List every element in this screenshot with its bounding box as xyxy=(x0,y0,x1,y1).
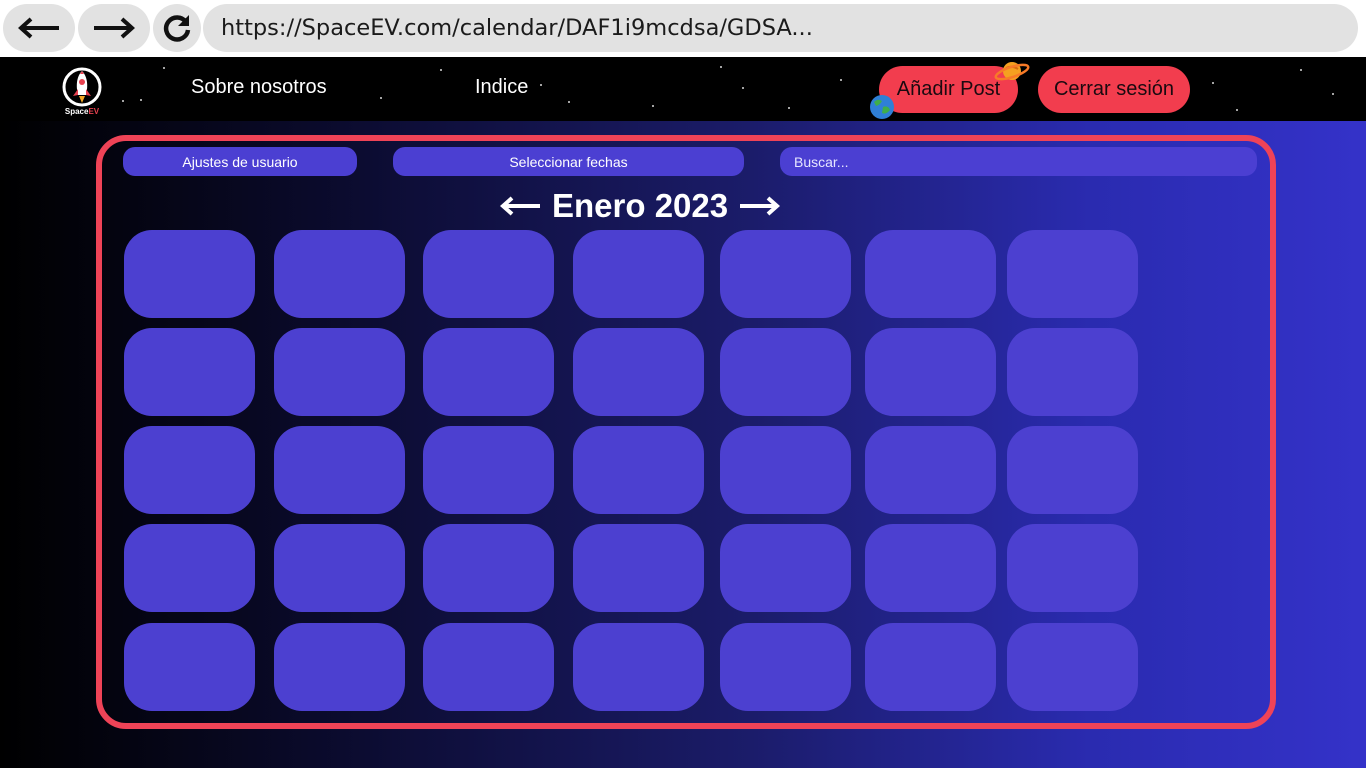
logout-button[interactable]: Cerrar sesión xyxy=(1038,66,1190,113)
month-title: Enero 2023 xyxy=(552,187,729,224)
month-navigation: Enero 2023 xyxy=(500,185,781,227)
calendar-day-cell[interactable] xyxy=(124,230,255,318)
planet-icon xyxy=(994,62,1030,81)
right-arrow-icon xyxy=(740,196,781,216)
star-decoration xyxy=(1332,93,1334,95)
calendar-day-cell[interactable] xyxy=(573,230,704,318)
calendar-day-cell[interactable] xyxy=(720,623,851,711)
star-decoration xyxy=(840,79,842,81)
calendar-day-cell[interactable] xyxy=(1007,524,1138,612)
calendar-day-cell[interactable] xyxy=(1007,426,1138,514)
calendar-day-cell[interactable] xyxy=(423,230,554,318)
forward-button[interactable] xyxy=(78,4,150,52)
rocket-logo-icon xyxy=(62,67,102,107)
calendar-day-cell[interactable] xyxy=(124,623,255,711)
calendar-day-cell[interactable] xyxy=(124,328,255,416)
star-decoration xyxy=(122,100,124,102)
forward-arrow-icon xyxy=(94,17,135,39)
calendar-day-cell[interactable] xyxy=(274,524,405,612)
star-decoration xyxy=(568,101,570,103)
calendar-day-cell[interactable] xyxy=(423,623,554,711)
calendar-day-cell[interactable] xyxy=(124,524,255,612)
user-settings-button[interactable]: Ajustes de usuario xyxy=(123,147,357,176)
star-decoration xyxy=(1212,82,1214,84)
calendar-day-cell[interactable] xyxy=(573,426,704,514)
nav-link-about[interactable]: Sobre nosotros xyxy=(191,76,327,99)
calendar-day-cell[interactable] xyxy=(720,328,851,416)
calendar-day-cell[interactable] xyxy=(865,623,996,711)
logo-wordmark: SpaceEV xyxy=(64,107,100,116)
calendar-day-cell[interactable] xyxy=(865,524,996,612)
star-decoration xyxy=(788,107,790,109)
select-dates-label: Seleccionar fechas xyxy=(509,153,628,170)
calendar-day-cell[interactable] xyxy=(1007,623,1138,711)
star-decoration xyxy=(1236,109,1238,111)
logout-label: Cerrar sesión xyxy=(1053,78,1175,100)
url-text: https://SpaceEV.com/calendar/DAF1i9mcdsa… xyxy=(221,15,813,41)
calendar-day-cell[interactable] xyxy=(573,328,704,416)
reload-button[interactable] xyxy=(153,4,201,52)
user-settings-label: Ajustes de usuario xyxy=(182,153,298,170)
calendar-day-cell[interactable] xyxy=(720,230,851,318)
star-decoration xyxy=(1300,69,1302,71)
star-decoration xyxy=(742,87,744,89)
calendar-day-cell[interactable] xyxy=(573,623,704,711)
calendar-day-cell[interactable] xyxy=(423,328,554,416)
calendar-day-cell[interactable] xyxy=(274,328,405,416)
star-decoration xyxy=(140,99,142,101)
calendar-day-cell[interactable] xyxy=(865,426,996,514)
star-decoration xyxy=(163,67,165,69)
star-decoration xyxy=(720,66,722,68)
add-post-label: Añadir Post xyxy=(896,78,1001,100)
calendar-day-cell[interactable] xyxy=(1007,230,1138,318)
nav-link-index[interactable]: Indice xyxy=(475,76,528,99)
reload-icon xyxy=(163,15,191,42)
calendar-day-cell[interactable] xyxy=(274,230,405,318)
previous-month-button[interactable] xyxy=(500,196,542,216)
site-header: SpaceEV Sobre nosotros Indice Añadir Pos… xyxy=(0,57,1366,121)
page-background: SpaceEV Sobre nosotros Indice Añadir Pos… xyxy=(0,57,1366,768)
calendar-day-cell[interactable] xyxy=(274,426,405,514)
star-decoration xyxy=(652,105,654,107)
site-logo[interactable]: SpaceEV xyxy=(60,65,104,117)
calendar-day-cell[interactable] xyxy=(573,524,704,612)
star-decoration xyxy=(380,97,382,99)
left-arrow-icon xyxy=(500,196,540,216)
search-input[interactable]: Buscar... xyxy=(780,147,1257,176)
browser-toolbar: https://SpaceEV.com/calendar/DAF1i9mcdsa… xyxy=(0,0,1366,57)
calendar-day-cell[interactable] xyxy=(1007,328,1138,416)
calendar-day-cell[interactable] xyxy=(720,524,851,612)
calendar-day-cell[interactable] xyxy=(124,426,255,514)
calendar-day-cell[interactable] xyxy=(720,426,851,514)
next-month-button[interactable] xyxy=(738,196,781,216)
calendar-day-cell[interactable] xyxy=(423,426,554,514)
calendar-day-cell[interactable] xyxy=(274,623,405,711)
back-arrow-icon xyxy=(18,17,59,39)
calendar-day-cell[interactable] xyxy=(423,524,554,612)
select-dates-button[interactable]: Seleccionar fechas xyxy=(393,147,744,176)
back-button[interactable] xyxy=(3,4,75,52)
calendar-day-cell[interactable] xyxy=(865,328,996,416)
calendar-day-cell[interactable] xyxy=(865,230,996,318)
earth-icon xyxy=(870,95,894,119)
star-decoration xyxy=(540,84,542,86)
address-bar[interactable]: https://SpaceEV.com/calendar/DAF1i9mcdsa… xyxy=(203,4,1358,52)
star-decoration xyxy=(440,69,442,71)
search-placeholder: Buscar... xyxy=(794,153,849,170)
